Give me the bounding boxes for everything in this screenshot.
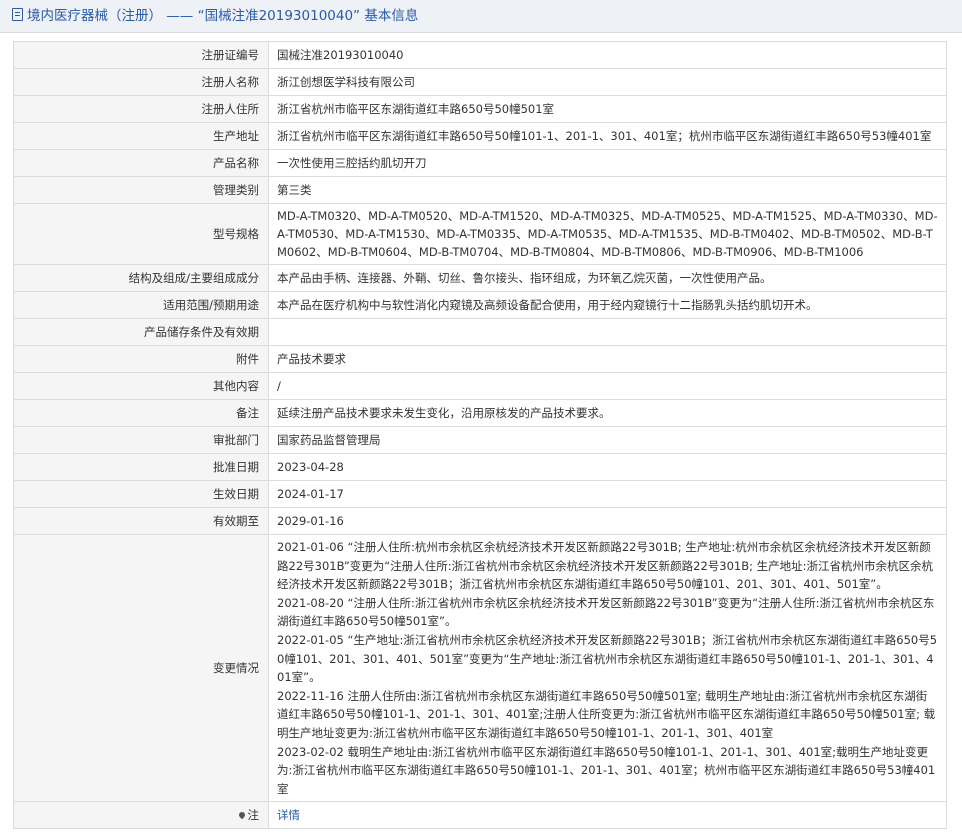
field-label: 管理类别 — [13, 176, 269, 204]
field-label: 备注 — [13, 399, 269, 427]
row-expiry-date: 有效期至 2029-01-16 — [13, 507, 947, 535]
row-other: 其他内容 / — [13, 372, 947, 400]
row-reg-address: 注册人住所 浙江省杭州市临平区东湖街道红丰路650号50幢501室 — [13, 95, 947, 123]
field-label: 批准日期 — [13, 453, 269, 481]
page-title: 境内医疗器械（注册） —— “国械注准20193010040” 基本信息 — [27, 8, 419, 24]
row-attachment: 附件 产品技术要求 — [13, 345, 947, 373]
field-label: 结构及组成/主要组成成分 — [13, 264, 269, 292]
field-label: 适用范围/预期用途 — [13, 291, 269, 319]
row-product-name: 产品名称 一次性使用三腔括约肌切开刀 — [13, 149, 947, 177]
row-approve-date: 批准日期 2023-04-28 — [13, 453, 947, 481]
field-value-reg-no: 国械注准20193010040 — [268, 41, 947, 69]
note-label-cell: 注 — [13, 801, 269, 830]
change-entry: 2021-01-06 “注册人住所:杭州市余杭区余杭经济技术开发区新颜路22号3… — [277, 540, 934, 592]
row-prod-address: 生产地址 浙江省杭州市临平区东湖街道红丰路650号50幢101-1、201-1、… — [13, 122, 947, 150]
row-reg-no: 注册证编号 国械注准20193010040 — [13, 41, 947, 69]
row-effective-date: 生效日期 2024-01-17 — [13, 480, 947, 508]
note-value-cell: 详情 — [268, 801, 947, 830]
field-label: 产品名称 — [13, 149, 269, 177]
change-history: 2021-01-06 “注册人住所:杭州市余杭区余杭经济技术开发区新颜路22号3… — [268, 533, 947, 803]
field-label: 生效日期 — [13, 480, 269, 508]
field-label: 注 — [247, 808, 260, 823]
location-pin-icon — [237, 811, 246, 820]
field-label: 产品储存条件及有效期 — [13, 318, 269, 346]
field-label: 生产地址 — [13, 122, 269, 150]
field-value-storage — [268, 318, 947, 346]
row-dept: 审批部门 国家药品监督管理局 — [13, 426, 947, 454]
field-value-structure: 本产品由手柄、连接器、外鞘、切丝、鲁尔接头、指环组成，为环氧乙烷灭菌，一次性使用… — [268, 264, 947, 292]
field-value-reg-address: 浙江省杭州市临平区东湖街道红丰路650号50幢501室 — [268, 95, 947, 123]
row-structure: 结构及组成/主要组成成分 本产品由手柄、连接器、外鞘、切丝、鲁尔接头、指环组成，… — [13, 264, 947, 292]
change-entry: 2022-11-16 注册人住所由:浙江省杭州市余杭区东湖街道红丰路650号50… — [277, 688, 936, 740]
field-label: 变更情况 — [13, 533, 269, 803]
field-label: 有效期至 — [13, 507, 269, 535]
row-note: 注 详情 — [13, 801, 947, 830]
field-label: 注册证编号 — [13, 41, 269, 69]
field-value-category: 第三类 — [268, 176, 947, 204]
change-entry: 2021-08-20 “注册人住所:浙江省杭州市余杭区余杭经济技术开发区新颜路2… — [277, 595, 935, 629]
field-value-models: MD-A-TM0320、MD-A-TM0520、MD-A-TM1520、MD-A… — [268, 203, 947, 265]
field-label: 注册人名称 — [13, 68, 269, 96]
field-label: 其他内容 — [13, 372, 269, 400]
page-header: 境内医疗器械（注册） —— “国械注准20193010040” 基本信息 — [0, 0, 962, 33]
field-value-product-name: 一次性使用三腔括约肌切开刀 — [268, 149, 947, 177]
field-value-other: / — [268, 372, 947, 400]
field-label: 附件 — [13, 345, 269, 373]
field-value-remark: 延续注册产品技术要求未发生变化，沿用原核发的产品技术要求。 — [268, 399, 947, 427]
change-entry: 2022-01-05 “生产地址:浙江省杭州市余杭区余杭经济技术开发区新颜路22… — [277, 632, 938, 685]
row-models: 型号规格 MD-A-TM0320、MD-A-TM0520、MD-A-TM1520… — [13, 203, 947, 265]
change-entry: 2023-02-02 载明生产地址由:浙江省杭州市临平区东湖街道红丰路650号5… — [277, 744, 936, 796]
field-label: 型号规格 — [13, 203, 269, 265]
field-label: 注册人住所 — [13, 95, 269, 123]
row-scope: 适用范围/预期用途 本产品在医疗机构中与软性消化内窥镜及高频设备配合使用，用于经… — [13, 291, 947, 319]
field-label: 审批部门 — [13, 426, 269, 454]
field-value-registrant: 浙江创想医学科技有限公司 — [268, 68, 947, 96]
field-value-dept: 国家药品监督管理局 — [268, 426, 947, 454]
details-link[interactable]: 详情 — [277, 808, 300, 822]
row-changes: 变更情况 2021-01-06 “注册人住所:杭州市余杭区余杭经济技术开发区新颜… — [13, 533, 947, 803]
device-info-table: 注册证编号 国械注准20193010040 注册人名称 浙江创想医学科技有限公司… — [13, 41, 947, 830]
field-value-approve-date: 2023-04-28 — [268, 453, 947, 481]
row-category: 管理类别 第三类 — [13, 176, 947, 204]
document-icon — [12, 8, 23, 21]
row-remark: 备注 延续注册产品技术要求未发生变化，沿用原核发的产品技术要求。 — [13, 399, 947, 427]
field-value-prod-address: 浙江省杭州市临平区东湖街道红丰路650号50幢101-1、201-1、301、4… — [268, 122, 947, 150]
field-value-scope: 本产品在医疗机构中与软性消化内窥镜及高频设备配合使用，用于经内窥镜行十二指肠乳头… — [268, 291, 947, 319]
field-value-attachment: 产品技术要求 — [268, 345, 947, 373]
field-value-effective-date: 2024-01-17 — [268, 480, 947, 508]
row-storage: 产品储存条件及有效期 — [13, 318, 947, 346]
row-registrant: 注册人名称 浙江创想医学科技有限公司 — [13, 68, 947, 96]
field-value-expiry-date: 2029-01-16 — [268, 507, 947, 535]
